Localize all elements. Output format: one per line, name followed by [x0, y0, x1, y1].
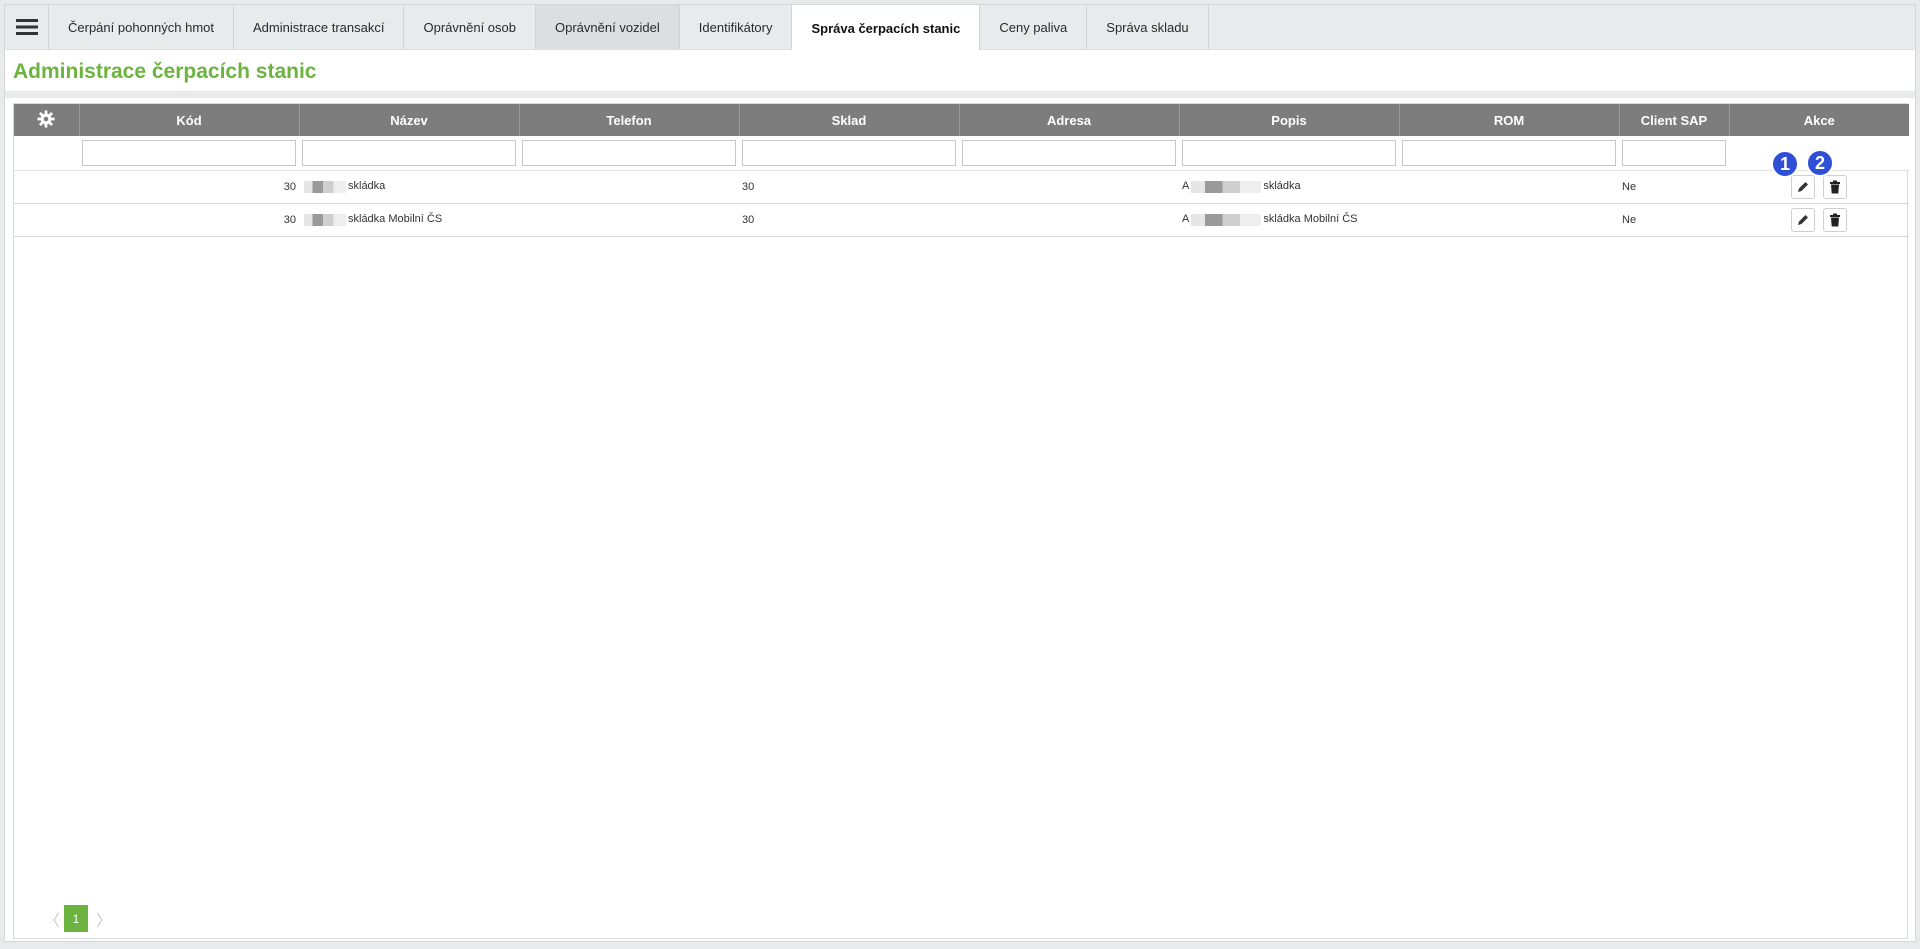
stations-grid: Kód Název Telefon Sklad Adresa Popis ROM…: [13, 103, 1909, 939]
hamburger-icon: [15, 19, 38, 35]
annotation-badge-2: 2: [1806, 149, 1834, 177]
title-band: Administrace čerpacích stanic: [5, 50, 1915, 98]
tab-sprava-cerpacich-stanic[interactable]: Správa čerpacích stanic: [792, 5, 981, 51]
filter-rom-input[interactable]: [1402, 139, 1616, 166]
stations-table: Kód Název Telefon Sklad Adresa Popis ROM…: [14, 104, 1909, 237]
redacted-block: [304, 213, 346, 226]
column-header-sklad[interactable]: Sklad: [739, 104, 960, 136]
cell-adresa: [959, 170, 1179, 204]
pencil-icon: [1798, 214, 1809, 225]
trash-icon: [1829, 180, 1840, 193]
hamburger-menu-button[interactable]: [5, 5, 49, 49]
column-header-nazev[interactable]: Název: [299, 104, 520, 136]
cell-sklad: 30: [739, 170, 959, 204]
cell-popis: Askládka Mobilní ČS: [1179, 203, 1399, 237]
annotation-badge-1: 1: [1771, 150, 1799, 178]
tab-opravneni-osob[interactable]: Oprávnění osob: [404, 5, 536, 49]
table-row[interactable]: 30 skládka 30 Askládka Ne: [14, 170, 1909, 204]
cell-nazev: skládka Mobilní ČS: [299, 203, 519, 237]
top-navigation: Čerpání pohonných hmot Administrace tran…: [5, 5, 1915, 51]
column-header-client-sap[interactable]: Client SAP: [1619, 104, 1730, 136]
filter-telefon-input[interactable]: [522, 139, 736, 166]
redacted-block: [304, 180, 346, 193]
cell-adresa: [959, 203, 1179, 237]
filter-spacer: [14, 136, 79, 171]
next-page-button[interactable]: 〉: [96, 907, 112, 931]
app-window: Čerpání pohonných hmot Administrace tran…: [4, 4, 1916, 942]
cell-rom: [1399, 170, 1619, 204]
delete-button[interactable]: [1822, 207, 1847, 232]
filter-client-sap-input[interactable]: [1622, 139, 1726, 166]
cell-popis: Askládka: [1179, 170, 1399, 204]
pagination: 〈 1 〉: [44, 905, 112, 932]
table-header-row: Kód Název Telefon Sklad Adresa Popis ROM…: [14, 104, 1909, 136]
page-title: Administrace čerpacích stanic: [13, 60, 317, 83]
cell-telefon: [519, 170, 739, 204]
redacted-block: [1191, 213, 1262, 226]
table-row[interactable]: 30 skládka Mobilní ČS 30 Askládka Mobiln…: [14, 203, 1909, 237]
column-header-popis[interactable]: Popis: [1179, 104, 1400, 136]
cell-client-sap: Ne: [1619, 203, 1729, 237]
column-header-rom[interactable]: ROM: [1399, 104, 1620, 136]
tab-sprava-skladu[interactable]: Správa skladu: [1087, 5, 1209, 49]
cell-sklad: 30: [739, 203, 959, 237]
cell-kod: 30: [79, 170, 299, 204]
column-header-adresa[interactable]: Adresa: [959, 104, 1180, 136]
cell-nazev: skládka: [299, 170, 519, 204]
cell-actions: [1729, 203, 1909, 237]
tab-identifikatory[interactable]: Identifikátory: [680, 5, 793, 49]
edit-button[interactable]: [1791, 174, 1816, 199]
tab-opravneni-vozidel[interactable]: Oprávnění vozidel: [536, 5, 680, 49]
delete-button[interactable]: [1822, 174, 1847, 199]
gear-icon: [37, 109, 55, 128]
tab-cerpani-pohonnych-hmot[interactable]: Čerpání pohonných hmot: [49, 5, 234, 49]
cell-rom: [1399, 203, 1619, 237]
column-header-akce: Akce: [1729, 104, 1909, 136]
prev-page-button[interactable]: 〈: [44, 907, 60, 931]
filter-nazev-input[interactable]: [302, 139, 516, 166]
filter-kod-input[interactable]: [82, 139, 296, 166]
cell-client-sap: Ne: [1619, 170, 1729, 204]
filter-popis-input[interactable]: [1182, 139, 1396, 166]
pencil-icon: [1798, 181, 1809, 192]
trash-icon: [1829, 213, 1840, 226]
filter-sklad-input[interactable]: [742, 139, 956, 166]
column-header-telefon[interactable]: Telefon: [519, 104, 740, 136]
redacted-block: [1191, 180, 1262, 193]
tab-ceny-paliva[interactable]: Ceny paliva: [980, 5, 1088, 49]
column-header-kod[interactable]: Kód: [79, 104, 300, 136]
edit-button[interactable]: [1791, 207, 1816, 232]
page-number-current[interactable]: 1: [64, 905, 88, 932]
cell-telefon: [519, 203, 739, 237]
cell-kod: 30: [79, 203, 299, 237]
filter-adresa-input[interactable]: [962, 139, 1176, 166]
column-settings-header[interactable]: [14, 104, 80, 136]
filter-row: [14, 136, 1909, 171]
tab-administrace-transakci[interactable]: Administrace transakcí: [234, 5, 405, 49]
